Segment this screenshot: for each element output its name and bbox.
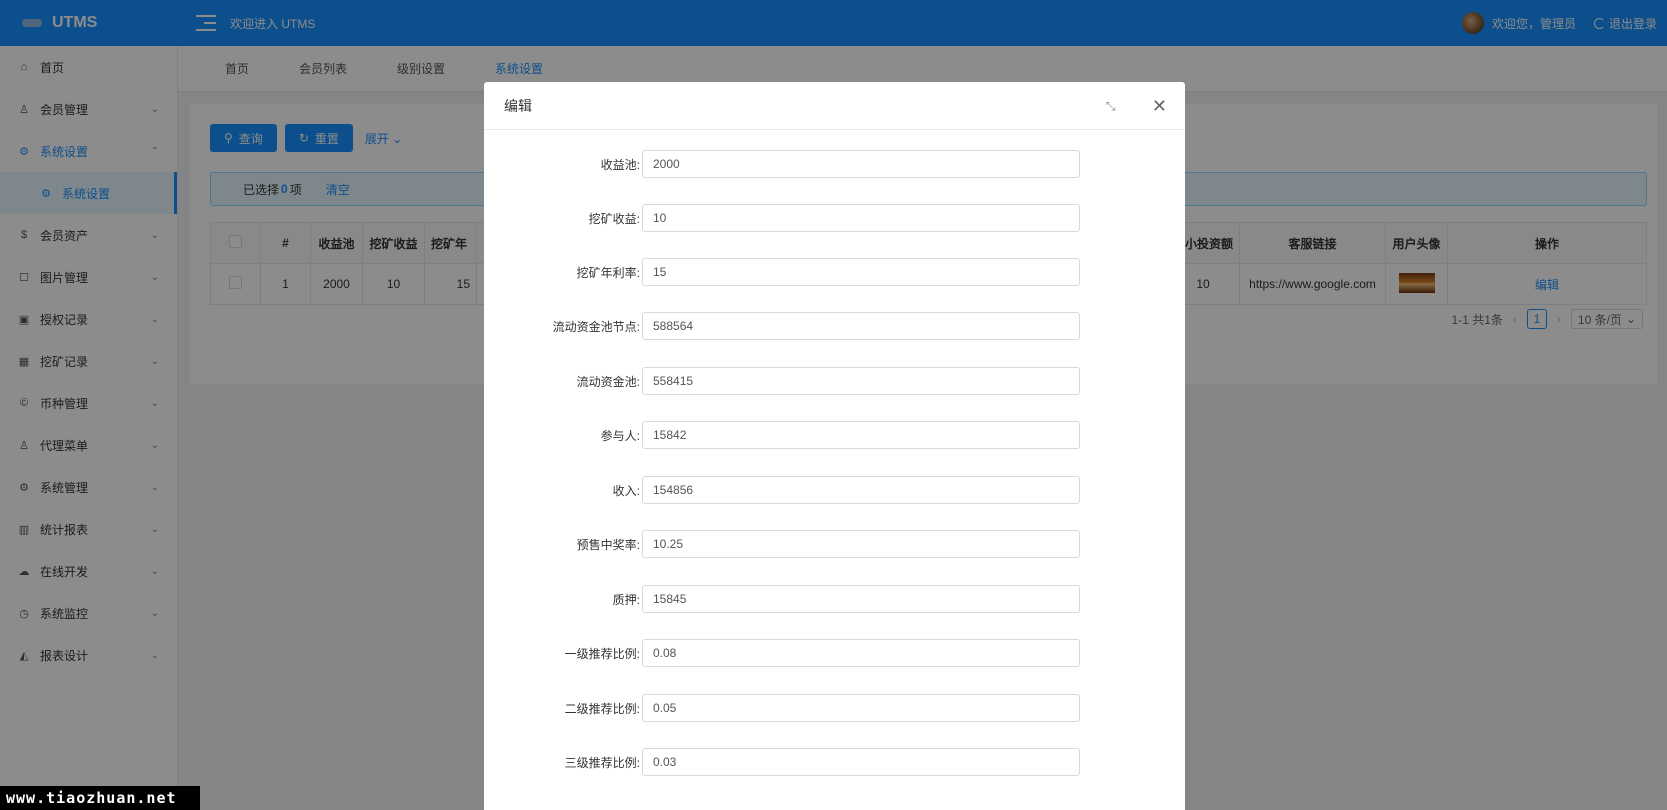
presale-win-rate-field[interactable] bbox=[642, 530, 1080, 558]
watermark: www.tiaozhuan.net bbox=[0, 786, 200, 810]
form-row: 三级推荐比例: bbox=[484, 747, 1185, 777]
pool-field[interactable] bbox=[642, 150, 1080, 178]
form-row: 挖矿收益: bbox=[484, 203, 1185, 233]
level1-ratio-field[interactable] bbox=[642, 639, 1080, 667]
field-label: 收益池: bbox=[600, 157, 640, 172]
income-field[interactable] bbox=[642, 476, 1080, 504]
field-label: 三级推荐比例: bbox=[564, 755, 640, 770]
form-row: 二级推荐比例: bbox=[484, 693, 1185, 723]
modal-header: 编辑 ⤡ ✕ bbox=[484, 82, 1185, 130]
form-row: 一级推荐比例: bbox=[484, 638, 1185, 668]
field-label: 挖矿收益: bbox=[588, 211, 640, 226]
form-row: 流动资金池节点: bbox=[484, 311, 1185, 341]
field-label: 预售中奖率: bbox=[576, 537, 640, 552]
participants-field[interactable] bbox=[642, 421, 1080, 449]
level3-ratio-field[interactable] bbox=[642, 748, 1080, 776]
form-row: 预售中奖率: bbox=[484, 529, 1185, 559]
field-label: 流动资金池节点: bbox=[552, 319, 640, 334]
mining-income-field[interactable] bbox=[642, 204, 1080, 232]
close-icon[interactable]: ✕ bbox=[1152, 97, 1167, 115]
field-label: 一级推荐比例: bbox=[564, 646, 640, 661]
liquidity-node-field[interactable] bbox=[642, 312, 1080, 340]
annual-rate-field[interactable] bbox=[642, 258, 1080, 286]
fullscreen-icon[interactable]: ⤡ bbox=[1106, 100, 1118, 112]
form-row: 收入: bbox=[484, 475, 1185, 505]
form-row: 收益池: bbox=[484, 149, 1185, 179]
pledge-field[interactable] bbox=[642, 585, 1080, 613]
level2-ratio-field[interactable] bbox=[642, 694, 1080, 722]
form-row: 参与人: bbox=[484, 420, 1185, 450]
field-label: 参与人: bbox=[600, 428, 640, 443]
field-label: 挖矿年利率: bbox=[576, 265, 640, 280]
form-row: 流动资金池: bbox=[484, 366, 1185, 396]
modal-title: 编辑 bbox=[504, 97, 532, 114]
field-label: 流动资金池: bbox=[576, 374, 640, 389]
edit-modal: 编辑 ⤡ ✕ 收益池: 挖矿收益: 挖矿年利率: 流动资金池节点: 流动资金池:… bbox=[484, 82, 1185, 810]
liquidity-pool-field[interactable] bbox=[642, 367, 1080, 395]
field-label: 二级推荐比例: bbox=[564, 701, 640, 716]
form-row: 挖矿年利率: bbox=[484, 257, 1185, 287]
field-label: 收入: bbox=[612, 483, 640, 498]
form-row: 质押: bbox=[484, 584, 1185, 614]
field-label: 质押: bbox=[612, 592, 640, 607]
